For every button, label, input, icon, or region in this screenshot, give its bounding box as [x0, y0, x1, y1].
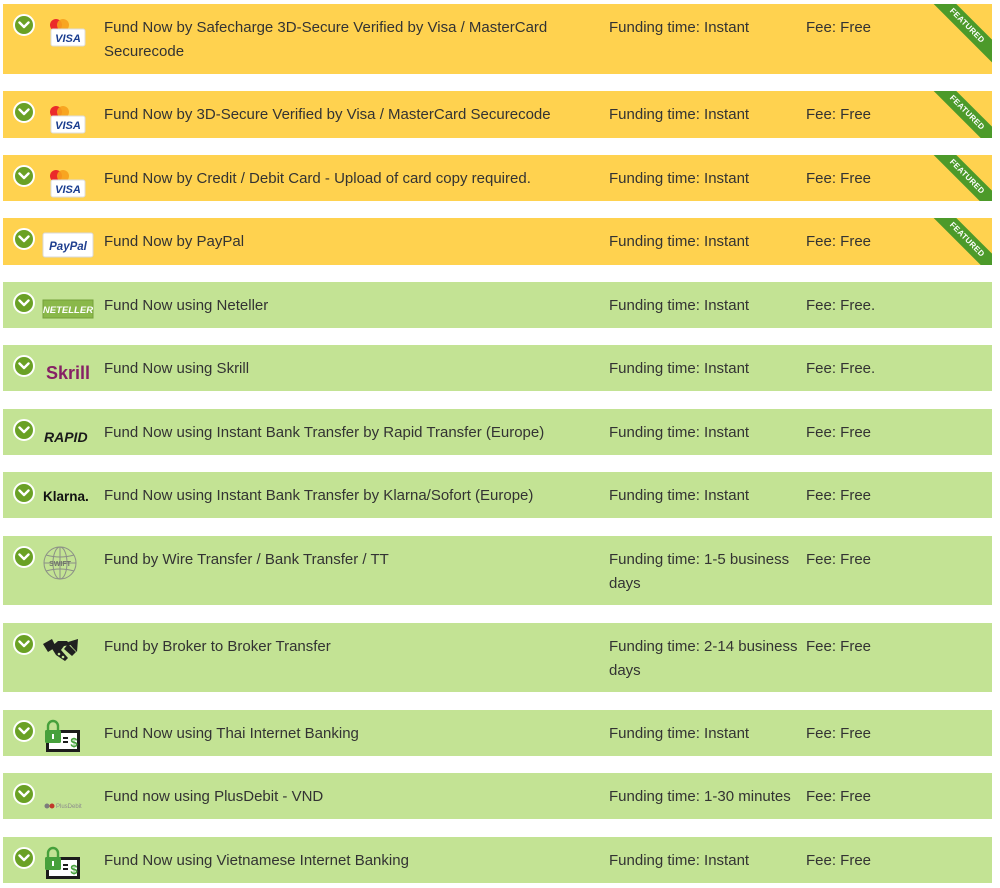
funding-time: Funding time: Instant — [609, 19, 750, 36]
chevron-down-icon[interactable] — [13, 482, 35, 504]
fee: Fee: Free — [806, 424, 872, 441]
funding-time: Funding time: Instant — [609, 487, 750, 504]
svg-text:PayPal: PayPal — [49, 241, 88, 253]
klarna-icon: Klarna. — [42, 481, 96, 517]
plusdebit-icon: PlusDebit — [42, 782, 96, 818]
svg-text:VISA: VISA — [55, 120, 81, 132]
funding-time: Funding time: Instant — [609, 852, 750, 869]
chevron-down-icon[interactable] — [13, 355, 35, 377]
svg-text:VISA: VISA — [55, 184, 81, 196]
method-name: Fund by Wire Transfer / Bank Transfer / … — [104, 551, 389, 568]
funding-methods-list: VISA Fund Now by Safecharge 3D-Secure Ve… — [0, 0, 1000, 888]
funding-method-row[interactable]: Skrill Fund Now using Skrill Funding tim… — [3, 345, 992, 391]
svg-text:RAPID: RAPID — [44, 429, 88, 445]
svg-text:PlusDebit: PlusDebit — [56, 804, 82, 810]
fee: Fee: Free — [806, 19, 872, 36]
method-name: Fund Now using Vietnamese Internet Banki… — [104, 852, 409, 869]
method-name: Fund by Broker to Broker Transfer — [104, 638, 331, 655]
chevron-down-icon[interactable] — [13, 419, 35, 441]
internet-banking-icon: $ — [42, 846, 96, 882]
chevron-down-icon[interactable] — [13, 165, 35, 187]
featured-ribbon: FEATURED — [922, 218, 992, 265]
skrill-icon: Skrill — [42, 354, 96, 390]
svg-text:$: $ — [70, 862, 78, 877]
method-name: Fund Now using Thai Internet Banking — [104, 725, 359, 742]
funding-time: Funding time: 1-30 minutes — [609, 788, 791, 805]
funding-time: Funding time: 2-14 business days — [609, 638, 798, 679]
visa-mastercard-icon: VISA — [42, 100, 96, 136]
fee: Fee: Free. — [806, 297, 876, 314]
funding-method-row[interactable]: PlusDebit Fund now using PlusDebit - VND… — [3, 773, 992, 819]
featured-ribbon: FEATURED — [922, 155, 992, 201]
method-name: Fund Now using Instant Bank Transfer by … — [104, 424, 545, 441]
funding-time: Funding time: Instant — [609, 170, 750, 187]
featured-label: FEATURED — [947, 6, 987, 45]
svg-text:Skrill: Skrill — [46, 363, 90, 383]
funding-time: Funding time: Instant — [609, 297, 750, 314]
fee: Fee: Free — [806, 233, 872, 250]
fee: Fee: Free — [806, 551, 872, 568]
chevron-down-icon[interactable] — [13, 14, 35, 36]
funding-method-row[interactable]: Klarna. Fund Now using Instant Bank Tran… — [3, 472, 992, 518]
featured-ribbon: FEATURED — [922, 91, 992, 138]
funding-time: Funding time: Instant — [609, 725, 750, 742]
chevron-down-icon[interactable] — [13, 228, 35, 250]
method-name: Fund Now by 3D-Secure Verified by Visa /… — [104, 106, 551, 123]
fee: Fee: Free. — [806, 360, 876, 377]
funding-method-row[interactable]: RAPID Fund Now using Instant Bank Transf… — [3, 409, 992, 455]
rapid-transfer-icon: RAPID — [42, 418, 96, 454]
method-name: Fund Now by Credit / Debit Card - Upload… — [104, 170, 531, 187]
visa-mastercard-icon: VISA — [42, 13, 96, 49]
svg-text:SWIFT: SWIFT — [49, 561, 71, 568]
funding-method-row[interactable]: NETELLER Fund Now using Neteller Funding… — [3, 282, 992, 328]
svg-text:NETELLER: NETELLER — [43, 305, 93, 316]
fee: Fee: Free — [806, 638, 872, 655]
funding-method-row[interactable]: PayPal Fund Now by PayPal Funding time: … — [3, 218, 992, 265]
featured-label: FEATURED — [947, 157, 987, 196]
method-name: Fund Now by Safecharge 3D-Secure Verifie… — [104, 19, 548, 60]
svg-text:$: $ — [70, 735, 78, 750]
fee: Fee: Free — [806, 170, 872, 187]
funding-method-row[interactable]: VISA Fund Now by Safecharge 3D-Secure Ve… — [3, 4, 992, 74]
featured-label: FEATURED — [947, 220, 987, 259]
funding-method-row[interactable]: Fund by Broker to Broker Transfer Fundin… — [3, 623, 992, 692]
fee: Fee: Free — [806, 788, 872, 805]
method-name: Fund Now using Neteller — [104, 297, 269, 314]
method-name: Fund Now using Skrill — [104, 360, 250, 377]
funding-time: Funding time: 1-5 business days — [609, 551, 790, 592]
svg-text:Klarna.: Klarna. — [43, 489, 89, 504]
funding-method-row[interactable]: $ Fund Now using Vietnamese Internet Ban… — [3, 837, 992, 883]
fee: Fee: Free — [806, 725, 872, 742]
funding-time: Funding time: Instant — [609, 360, 750, 377]
chevron-down-icon[interactable] — [13, 546, 35, 568]
svg-text:VISA: VISA — [55, 33, 81, 45]
fee: Fee: Free — [806, 106, 872, 123]
chevron-down-icon[interactable] — [13, 783, 35, 805]
chevron-down-icon[interactable] — [13, 292, 35, 314]
internet-banking-icon: $ — [42, 719, 96, 755]
paypal-icon: PayPal — [42, 227, 96, 263]
funding-time: Funding time: Instant — [609, 424, 750, 441]
featured-ribbon: FEATURED — [922, 4, 992, 65]
neteller-icon: NETELLER — [42, 291, 96, 327]
method-name: Fund Now by PayPal — [104, 233, 245, 250]
handshake-icon — [42, 632, 96, 668]
fee: Fee: Free — [806, 487, 872, 504]
featured-label: FEATURED — [947, 93, 987, 132]
funding-method-row[interactable]: $ Fund Now using Thai Internet Banking F… — [3, 710, 992, 756]
funding-method-row[interactable]: SWIFT Fund by Wire Transfer / Bank Trans… — [3, 536, 992, 605]
fee: Fee: Free — [806, 852, 872, 869]
funding-method-row[interactable]: VISA Fund Now by 3D-Secure Verified by V… — [3, 91, 992, 138]
chevron-down-icon[interactable] — [13, 847, 35, 869]
funding-time: Funding time: Instant — [609, 106, 750, 123]
chevron-down-icon[interactable] — [13, 101, 35, 123]
funding-method-row[interactable]: VISA Fund Now by Credit / Debit Card - U… — [3, 155, 992, 201]
method-name: Fund now using PlusDebit - VND — [104, 788, 324, 805]
method-name: Fund Now using Instant Bank Transfer by … — [104, 487, 534, 504]
visa-mastercard-icon: VISA — [42, 164, 96, 200]
funding-time: Funding time: Instant — [609, 233, 750, 250]
chevron-down-icon[interactable] — [13, 720, 35, 742]
swift-globe-icon: SWIFT — [42, 545, 96, 581]
chevron-down-icon[interactable] — [13, 633, 35, 655]
